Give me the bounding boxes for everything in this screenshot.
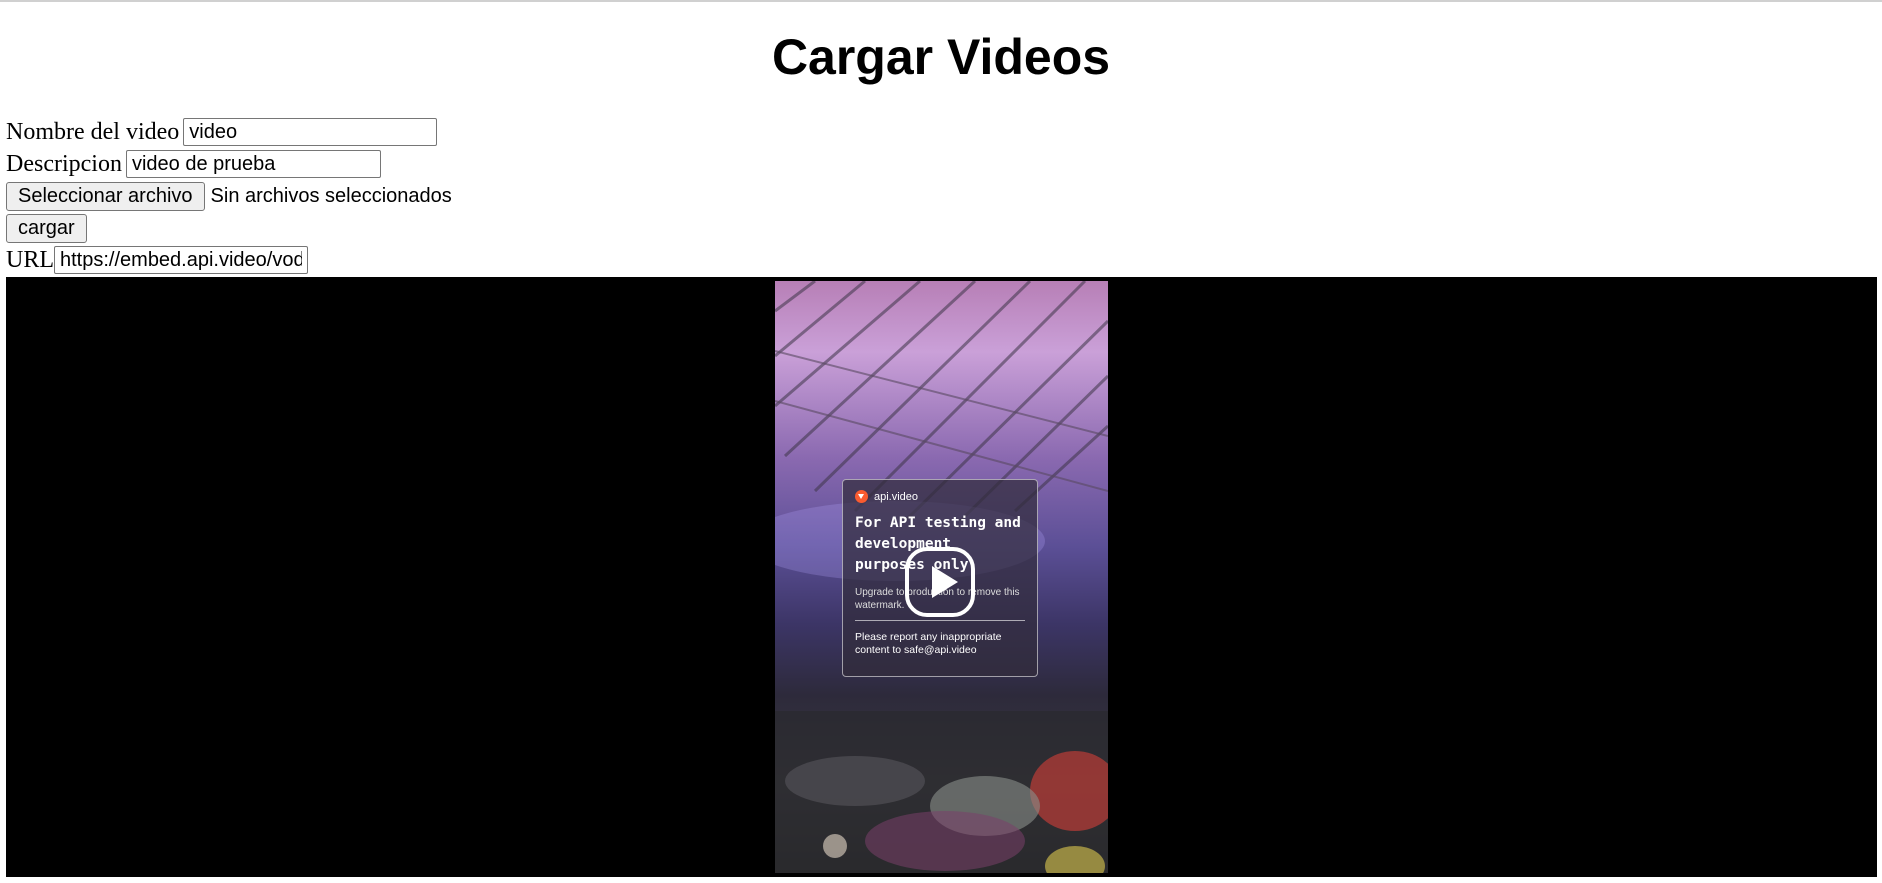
description-row: Descripcion — [6, 148, 452, 180]
file-status: Sin archivos seleccionados — [210, 184, 452, 207]
top-border — [0, 0, 1882, 2]
description-input[interactable] — [125, 150, 381, 178]
upload-button[interactable]: cargar — [6, 213, 87, 243]
api-video-logo-icon — [855, 490, 868, 503]
video-player[interactable]: api.video For API testing and developmen… — [6, 277, 1877, 877]
url-label: URL — [6, 246, 54, 273]
file-row: Seleccionar archivo Sin archivos selecci… — [6, 180, 452, 212]
watermark-brand: api.video — [855, 490, 1025, 503]
name-label: Nombre del video — [6, 118, 180, 145]
play-icon[interactable] — [905, 547, 975, 617]
url-row: URL — [6, 244, 452, 276]
name-row: Nombre del video — [6, 116, 452, 148]
video-frame[interactable]: api.video For API testing and developmen… — [775, 281, 1108, 873]
page-title: Cargar Videos — [771, 29, 1111, 85]
description-label: Descripcion — [6, 150, 122, 177]
upload-form: Nombre del video Descripcion Seleccionar… — [6, 116, 452, 276]
video-name-input[interactable] — [183, 118, 438, 146]
watermark-divider — [855, 620, 1025, 621]
select-file-button[interactable]: Seleccionar archivo — [6, 181, 205, 211]
url-input[interactable] — [54, 246, 308, 274]
watermark-brand-text: api.video — [874, 490, 919, 503]
upload-row: cargar — [6, 212, 452, 244]
watermark-report: Please report any inappropriate content … — [855, 631, 1002, 656]
